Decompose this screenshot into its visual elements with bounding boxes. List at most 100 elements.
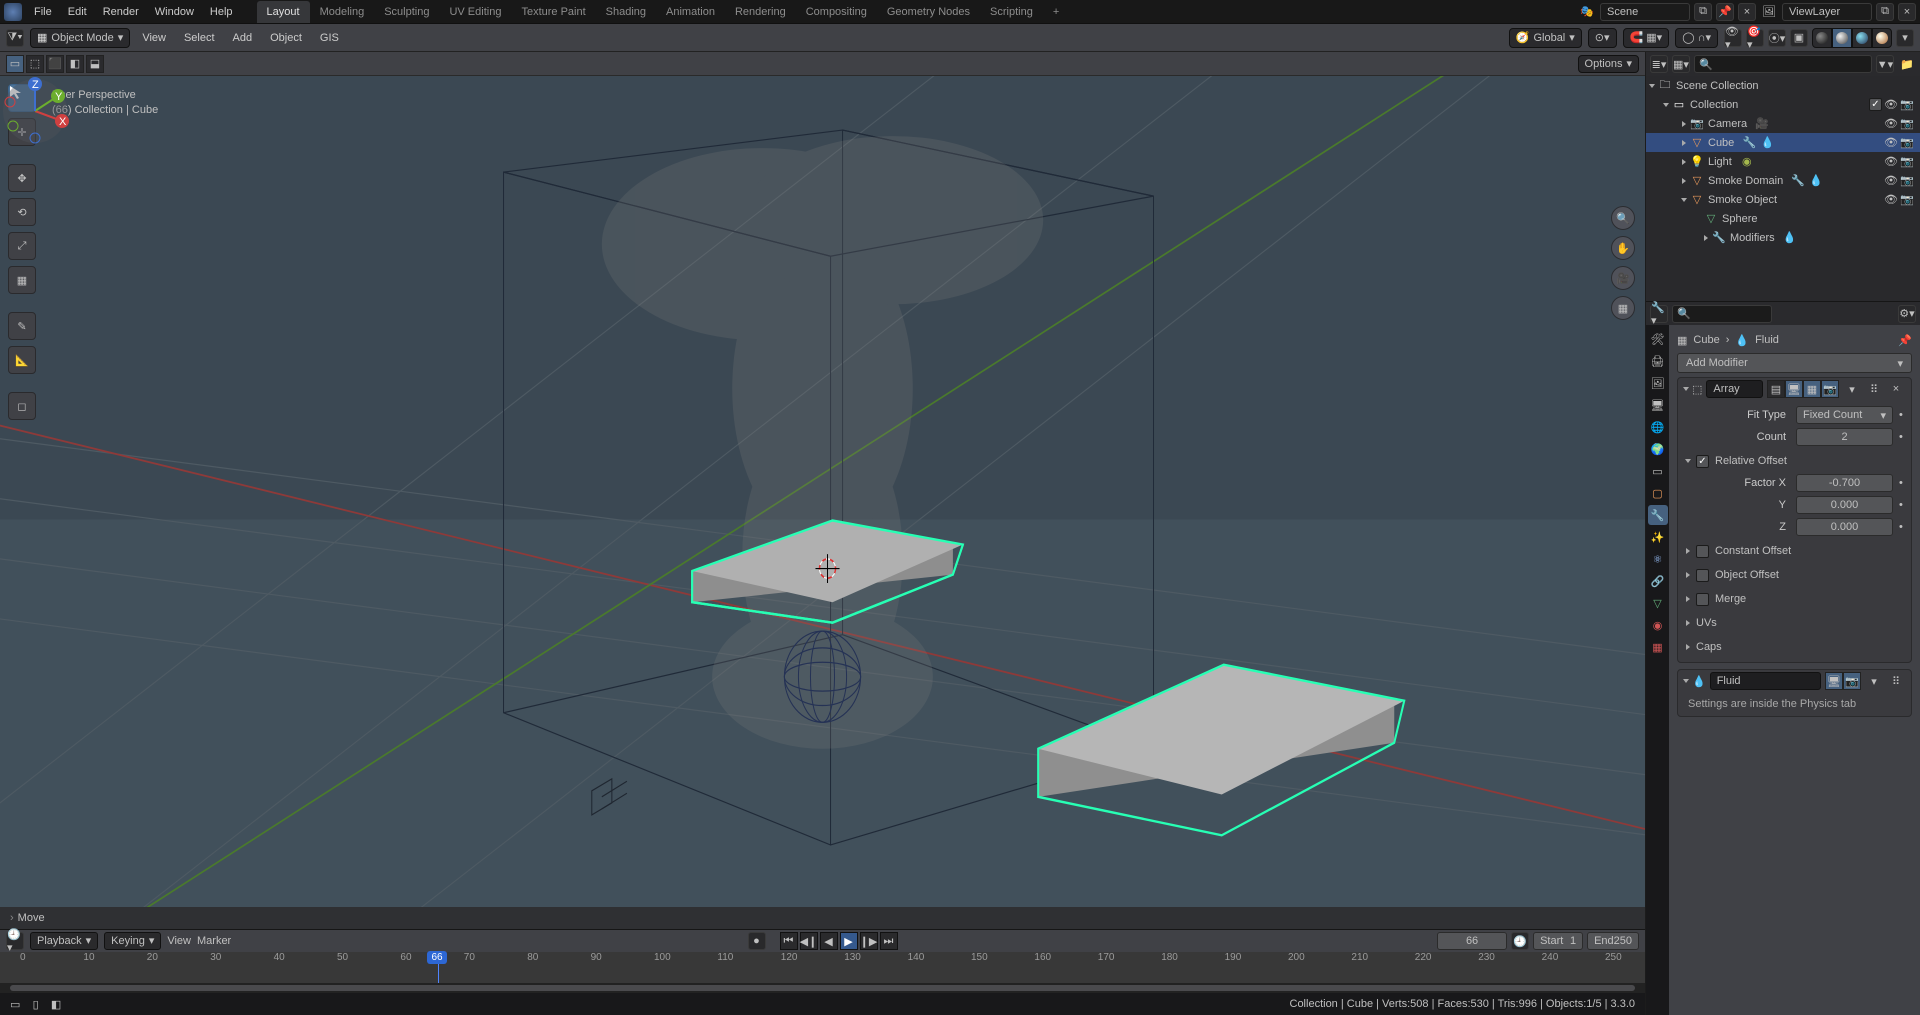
timeline-marker[interactable]: Marker — [197, 935, 231, 947]
outliner-cube[interactable]: ▽Cube 🔧 💧 👁📷 — [1646, 133, 1920, 152]
fluid-header[interactable]: 💧 Fluid 🖥 📷 ▾ ⠿ — [1678, 670, 1911, 692]
caps-header[interactable]: Caps — [1684, 636, 1905, 658]
eye-icon[interactable]: 👁 — [1884, 98, 1898, 112]
gizmos-toggle[interactable]: 🎯▾ — [1746, 29, 1764, 47]
tab-collection[interactable]: ▭ — [1648, 461, 1668, 481]
object-mode-selector[interactable]: ▦Object Mode▾ — [30, 28, 130, 48]
factor-z[interactable]: 0.000 — [1796, 518, 1893, 536]
tab-world[interactable]: 🌍 — [1648, 439, 1668, 459]
shading-popover[interactable]: ▾ — [1896, 29, 1914, 47]
shading-wireframe[interactable] — [1812, 28, 1832, 48]
tab-render[interactable]: 🖨 — [1648, 351, 1668, 371]
snap-toggle[interactable]: 🧲 ▦▾ — [1623, 28, 1670, 48]
outliner-smoke-domain[interactable]: ▽Smoke Domain 🔧 💧 👁📷 — [1646, 171, 1920, 190]
pivot-point[interactable]: ⊙▾ — [1588, 28, 1617, 48]
orbit-gizmo[interactable]: X Y Z — [0, 76, 70, 146]
play[interactable]: ▶ — [840, 932, 858, 950]
properties-editor-type[interactable]: 🔧▾ — [1650, 305, 1668, 323]
fluid-extras[interactable]: ▾ — [1865, 672, 1883, 690]
outliner-scene-collection[interactable]: 🗀 Scene Collection — [1646, 76, 1920, 95]
tool-annotate[interactable]: ✎ — [8, 312, 36, 340]
select-mode-5[interactable]: ⬓ — [86, 55, 104, 73]
array-editmode-toggle[interactable]: ▤ — [1767, 380, 1785, 398]
tab-data[interactable]: ▽ — [1648, 593, 1668, 613]
tab-particles[interactable]: ✨ — [1648, 527, 1668, 547]
viewlayer-close-button[interactable]: × — [1898, 3, 1916, 21]
pan-button[interactable]: ✋ — [1611, 236, 1635, 260]
fit-type[interactable]: Fixed Count▾ — [1796, 406, 1893, 424]
array-drag[interactable]: ⠿ — [1865, 380, 1883, 398]
playhead[interactable]: 66 — [438, 952, 439, 983]
array-name[interactable]: Array — [1706, 380, 1763, 398]
tab-texture[interactable]: ▦ — [1648, 637, 1668, 657]
select-mode-2[interactable]: ⬚ — [26, 55, 44, 73]
jump-end[interactable]: ⏭ — [880, 932, 898, 950]
chevron-right-icon[interactable]: › — [10, 912, 14, 924]
count-field[interactable]: 2 — [1796, 428, 1893, 446]
workspace-layout[interactable]: Layout — [257, 1, 310, 23]
scene-pin-button[interactable]: 📌 — [1716, 3, 1734, 21]
relative-offset-checkbox[interactable] — [1696, 455, 1709, 468]
factor-x[interactable]: -0.700 — [1796, 474, 1893, 492]
tab-constraints[interactable]: 🔗 — [1648, 571, 1668, 591]
tab-physics[interactable]: ⚛ — [1648, 549, 1668, 569]
timeline-view[interactable]: View — [167, 935, 191, 947]
outliner-display-mode[interactable]: ▦▾ — [1672, 55, 1690, 73]
array-display-toggle[interactable]: 🖥 — [1785, 380, 1803, 398]
render-icon[interactable]: 📷 — [1900, 98, 1914, 112]
tool-move[interactable]: ✥ — [8, 164, 36, 192]
tab-viewlayer[interactable]: 🖥 — [1648, 395, 1668, 415]
new-collection-button[interactable]: 📁 — [1898, 55, 1916, 73]
workspace-geometry-nodes[interactable]: Geometry Nodes — [877, 1, 980, 23]
fluid-render[interactable]: 📷 — [1843, 672, 1861, 690]
zoom-button[interactable]: 🔍 — [1611, 206, 1635, 230]
header-gis[interactable]: GIS — [314, 32, 345, 44]
outliner-search[interactable]: 🔍 — [1694, 55, 1872, 73]
workspace-add[interactable]: + — [1043, 1, 1069, 23]
pin-icon[interactable]: 📌 — [1898, 334, 1912, 347]
array-render-toggle[interactable]: 📷 — [1821, 380, 1839, 398]
scene-selector[interactable]: Scene — [1600, 3, 1690, 21]
uvs-header[interactable]: UVs — [1684, 612, 1905, 634]
next-key[interactable]: ❙▶ — [860, 932, 878, 950]
tool-options[interactable]: Options▾ — [1578, 55, 1639, 73]
outliner-editor-type[interactable]: ≣▾ — [1650, 55, 1668, 73]
scene-new-button[interactable]: ⧉ — [1694, 3, 1712, 21]
frame-end[interactable]: End250 — [1587, 932, 1639, 950]
frame-start[interactable]: Start1 — [1533, 932, 1583, 950]
3d-viewport[interactable]: ✛ ✥ ⟲ ⤢ ▦ ✎ 📐 ◻ User Perspective (66) Co… — [0, 76, 1645, 929]
menu-edit[interactable]: Edit — [60, 0, 95, 24]
header-object[interactable]: Object — [264, 32, 308, 44]
workspace-rendering[interactable]: Rendering — [725, 1, 796, 23]
editor-type-selector[interactable]: ⧩▾ — [6, 29, 24, 47]
shading-rendered[interactable] — [1872, 28, 1892, 48]
overlays-toggle[interactable]: ⦿▾ — [1768, 29, 1786, 47]
relative-offset-header[interactable]: Relative Offset — [1684, 450, 1905, 472]
fluid-drag[interactable]: ⠿ — [1887, 672, 1905, 690]
workspace-compositing[interactable]: Compositing — [796, 1, 877, 23]
array-extras[interactable]: ▾ — [1843, 380, 1861, 398]
properties-search[interactable]: 🔍 — [1672, 305, 1772, 323]
timeline-playback[interactable]: Playback ▾ — [30, 932, 98, 950]
object-offset-header[interactable]: Object Offset — [1684, 564, 1905, 586]
workspace-animation[interactable]: Animation — [656, 1, 725, 23]
tab-modifiers[interactable]: 🔧 — [1648, 505, 1668, 525]
shading-material[interactable] — [1852, 28, 1872, 48]
autokey-toggle[interactable]: ● — [748, 932, 766, 950]
outliner-camera[interactable]: 📷Camera 🎥 👁📷 — [1646, 114, 1920, 133]
header-add[interactable]: Add — [227, 32, 259, 44]
viewlayer-browse-icon[interactable]: 🖼 — [1760, 3, 1778, 21]
array-header[interactable]: ⬚ Array ▤ 🖥 ▦ 📷 ▾ ⠿ × — [1678, 378, 1911, 400]
menu-file[interactable]: File — [26, 0, 60, 24]
tool-scale[interactable]: ⤢ — [8, 232, 36, 260]
fluid-name[interactable]: Fluid — [1710, 672, 1821, 690]
jump-start[interactable]: ⏮ — [780, 932, 798, 950]
tab-output[interactable]: 🖼 — [1648, 373, 1668, 393]
shading-solid[interactable] — [1832, 28, 1852, 48]
timeline-ruler[interactable]: 0102030405060708090100110120130140150160… — [0, 952, 1645, 983]
last-operator[interactable]: Move — [18, 912, 45, 924]
select-mode-1[interactable]: ▭ — [6, 55, 24, 73]
array-close[interactable]: × — [1887, 380, 1905, 398]
proportional-edit[interactable]: ◯ ∩▾ — [1675, 28, 1718, 48]
current-frame[interactable]: 66 — [1437, 932, 1507, 950]
